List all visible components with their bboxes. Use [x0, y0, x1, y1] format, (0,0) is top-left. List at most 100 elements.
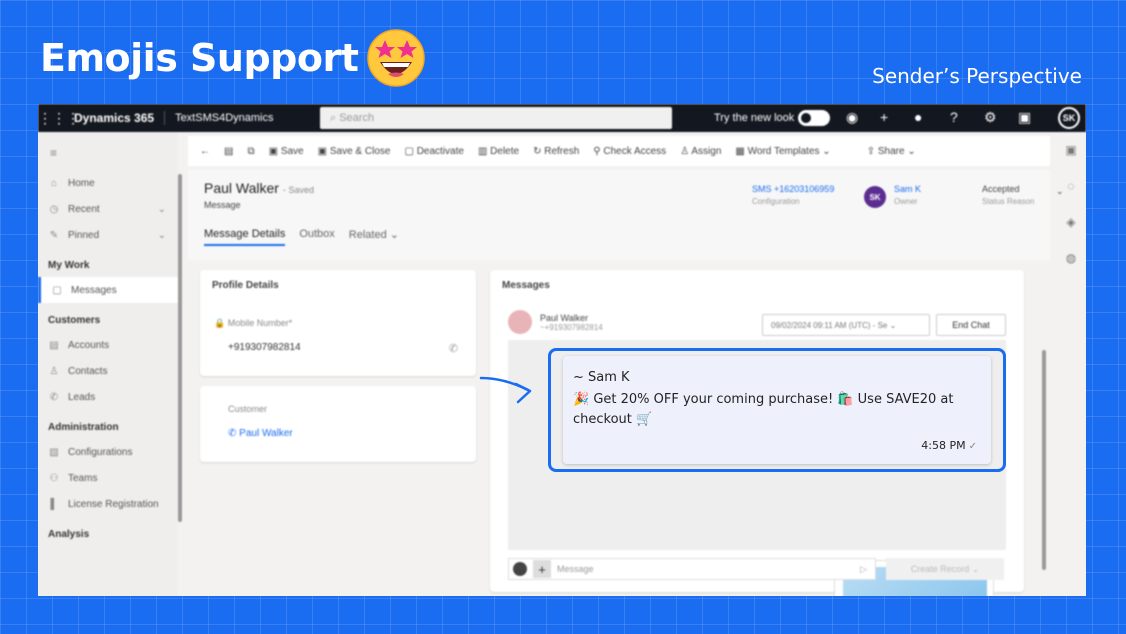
tab-message-details[interactable]: Message Details [204, 228, 286, 246]
sidebar-item-leads[interactable]: ✆ Leads [38, 384, 178, 410]
saved-status: - Saved [282, 185, 314, 195]
sidebar-item-label: Leads [68, 391, 96, 403]
tab-related[interactable]: Related ⌄ [349, 228, 399, 246]
global-search-input[interactable]: ⌕ Search [320, 107, 672, 129]
sidebar-item-label: Teams [68, 472, 98, 484]
emoji-picker-icon[interactable] [513, 562, 527, 576]
user-avatar[interactable]: SK [1058, 107, 1080, 129]
assign-label: Assign [691, 145, 722, 157]
profile-card-title: Profile Details [212, 280, 279, 291]
sidebar-item-teams[interactable]: ⚇ Teams [38, 465, 178, 491]
sms-field-value[interactable]: SMS +16203106959 [752, 184, 834, 194]
sidebar-item-label: Pinned [68, 229, 100, 241]
end-chat-button[interactable]: End Chat [936, 314, 1006, 336]
sent-message-bubble[interactable]: ~ Sam K 🎉 Get 20% OFF your coming purcha… [563, 356, 991, 464]
assign-button[interactable]: ♙ Assign [680, 146, 721, 157]
status-value: Accepted [982, 184, 1020, 194]
check-access-button[interactable]: ⚲ Check Access [593, 146, 666, 157]
sidebar-item-accounts[interactable]: ▤ Accounts [38, 332, 178, 358]
sidebar-item-home[interactable]: ⌂ Home [38, 170, 178, 196]
rail-apps-icon[interactable]: ◍ [1056, 240, 1086, 276]
sidebar-item-label: Contacts [68, 365, 108, 377]
filter-icon[interactable]: ● [914, 109, 922, 125]
share-button[interactable]: ⇪ Share ⌄ [867, 146, 916, 157]
attach-plus-icon[interactable]: + [533, 560, 551, 578]
messages-card-title: Messages [502, 280, 550, 291]
sidebar-item-label: Recent [68, 203, 100, 215]
clock-icon: ◷ [49, 203, 59, 215]
waffle-menu-icon[interactable]: ⋮⋮⋮ [38, 110, 80, 127]
brand-label[interactable]: Dynamics 365 [74, 111, 166, 125]
sidebar-item-pinned[interactable]: ✎ Pinned ⌄ [38, 222, 178, 248]
lightbulb-icon[interactable]: ◉ [846, 109, 858, 126]
sidebar-scrollbar[interactable] [178, 174, 182, 522]
sidebar-item-recent[interactable]: ◷ Recent ⌄ [38, 196, 178, 222]
home-icon: ⌂ [50, 177, 58, 189]
save-close-button[interactable]: ▣ Save & Close [318, 146, 391, 157]
tab-related-label: Related [348, 229, 387, 241]
sidebar-item-configurations[interactable]: ▧ Configurations [38, 439, 178, 465]
check-access-label: Check Access [603, 145, 667, 157]
settings-icon[interactable]: ⚙ [984, 109, 997, 126]
message-body: 🎉 Get 20% OFF your coming purchase! 🛍️ U… [573, 392, 954, 427]
delete-button[interactable]: ▥ Delete [478, 146, 519, 157]
composer-placeholder: Message [557, 564, 594, 574]
sidebar-item-label: Configurations [68, 446, 133, 458]
save-label: Save [280, 145, 304, 157]
header-sms-field[interactable]: SMS +16203106959 Configuration [752, 184, 834, 206]
rail-teams-icon[interactable]: ◈ [1056, 204, 1086, 240]
search-placeholder: Search [339, 112, 375, 124]
message-icon: ▢ [52, 284, 62, 296]
sms-field-label: Configuration [752, 197, 800, 206]
form-scrollbar[interactable] [1042, 350, 1046, 570]
mobile-number-value[interactable]: +919307982814 [228, 342, 301, 353]
popout-icon[interactable]: ⧉ [247, 146, 254, 157]
send-icon[interactable]: ▷ [860, 564, 867, 575]
chat-icon[interactable]: ▣ [1018, 109, 1031, 126]
rail-copilot-icon[interactable]: ▣ [1056, 132, 1086, 168]
customer-label: Customer [228, 404, 268, 414]
sidebar-item-contacts[interactable]: ♙ Contacts [38, 358, 178, 384]
chevron-down-icon[interactable]: ⌄ [1056, 186, 1064, 197]
sidebar-item-messages[interactable]: ▢ Messages [38, 277, 178, 303]
refresh-label: Refresh [544, 145, 580, 157]
save-close-label: Save & Close [329, 145, 391, 157]
phone-icon[interactable]: ✆ [449, 342, 458, 355]
section-administration: Administration [48, 422, 119, 433]
section-customers: Customers [48, 315, 101, 326]
customer-link[interactable]: ✆ Paul Walker [228, 428, 293, 439]
hamburger-icon[interactable]: ≡ [38, 132, 178, 170]
record-icon[interactable]: ▤ [224, 146, 233, 157]
customer-name[interactable]: Paul Walker [239, 428, 293, 439]
try-new-look-label: Try the new look [714, 112, 795, 124]
app-topbar: ⋮⋮⋮ Dynamics 365 TextSMS4Dynamics ⌕ Sear… [38, 104, 1086, 132]
status-label: Status Reason [982, 197, 1035, 206]
contact-name: Paul Walker [540, 312, 589, 323]
conversation-date-select[interactable]: 09/02/2024 09:11 AM (UTC) - Se ⌄ [762, 314, 930, 336]
word-templates-button[interactable]: ▦ Word Templates ⌄ [735, 146, 830, 157]
deactivate-button[interactable]: ▢ Deactivate [404, 146, 463, 157]
app-name-label[interactable]: TextSMS4Dynamics [165, 112, 273, 124]
team-icon: ⚇ [49, 472, 59, 484]
owner-name[interactable]: Sam K [894, 184, 921, 194]
sitemap-sidebar: ≡ ⌂ Home ◷ Recent ⌄ ✎ Pinned ⌄ My Work ▢ Messa… [38, 132, 178, 596]
pin-icon: ✎ [49, 229, 59, 241]
star-struck-emoji-icon [367, 29, 425, 87]
new-look-toggle[interactable] [798, 110, 830, 126]
header-owner-field[interactable]: Sam K Owner [894, 184, 921, 206]
promo-subtitle: Sender’s Perspective [872, 64, 1082, 88]
back-icon[interactable]: ← [200, 146, 210, 157]
profile-details-card: Profile Details 🔒 Mobile Number* +919307… [200, 270, 476, 376]
create-record-button[interactable]: Create Record ⌄ [886, 558, 1004, 580]
save-button[interactable]: ▣ Save [269, 146, 304, 157]
tab-outbox[interactable]: Outbox [299, 228, 334, 246]
deactivate-label: Deactivate [416, 145, 464, 157]
plus-icon[interactable]: + [880, 109, 888, 125]
help-icon[interactable]: ? [950, 109, 958, 125]
record-tabs: Message Details Outbox Related ⌄ [204, 228, 399, 246]
refresh-button[interactable]: ↻ Refresh [533, 146, 579, 157]
message-composer[interactable]: + Message ▷ [508, 558, 876, 580]
sidebar-item-label: License Registration [68, 498, 159, 510]
section-my-work: My Work [48, 260, 90, 271]
sidebar-item-license-registration[interactable]: ▌ License Registration [38, 491, 178, 517]
